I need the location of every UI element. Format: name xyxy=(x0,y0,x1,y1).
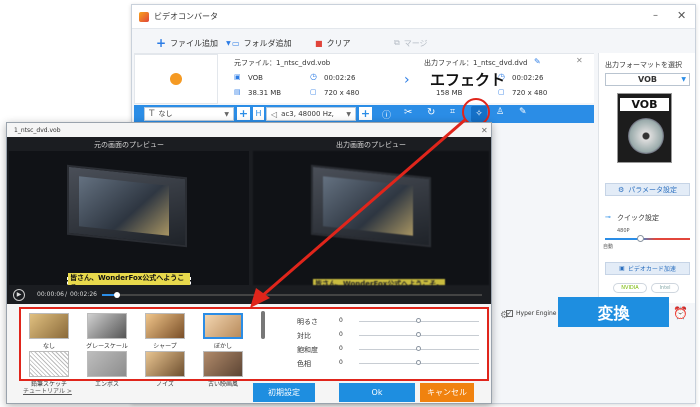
red-arrow xyxy=(250,117,467,308)
